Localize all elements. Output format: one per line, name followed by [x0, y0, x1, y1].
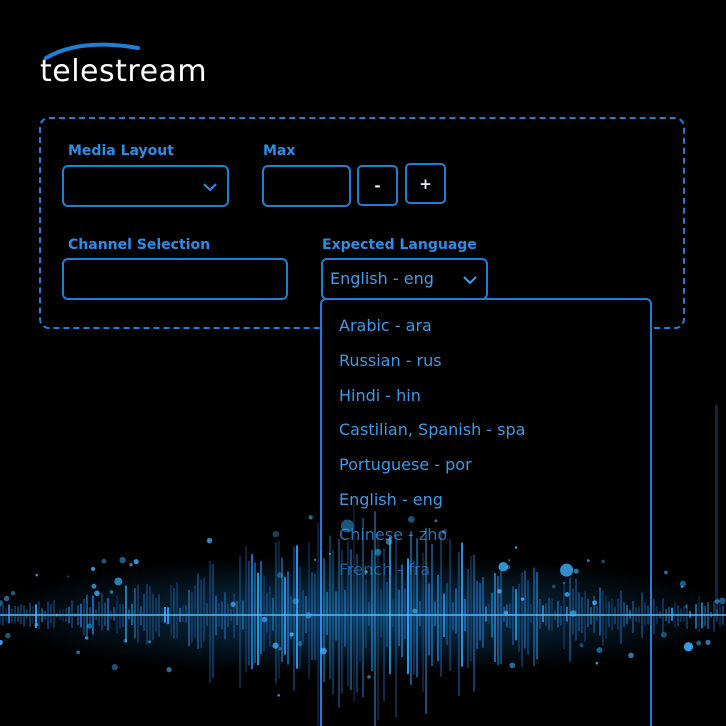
channel-selection-input[interactable] [62, 258, 288, 300]
decrement-button[interactable]: - [357, 165, 398, 206]
max-label: Max [263, 143, 296, 159]
dropdown-option[interactable]: Russian - rus [339, 351, 442, 370]
dropdown-option[interactable]: Portuguese - por [339, 455, 472, 474]
language-dropdown: Arabic - ara Russian - rus Hindi - hin C… [320, 298, 652, 726]
dropdown-option[interactable]: French - fra [339, 560, 430, 579]
scrollbar-track[interactable] [715, 405, 718, 615]
media-layout-select[interactable] [62, 165, 229, 207]
dropdown-option[interactable]: Castilian, Spanish - spa [339, 420, 525, 439]
dropdown-option[interactable]: Hindi - hin [339, 386, 421, 405]
expected-language-value: English - eng [330, 269, 434, 288]
chevron-down-icon [463, 276, 477, 285]
chevron-down-icon [203, 183, 217, 192]
max-input[interactable] [262, 165, 351, 207]
dropdown-option[interactable]: Chinese - zho [339, 525, 447, 544]
telestream-logo: telestream [40, 40, 240, 90]
logo-text: telestream [40, 54, 208, 89]
expected-language-label: Expected Language [322, 237, 477, 253]
channel-selection-label: Channel Selection [68, 237, 211, 253]
dropdown-option[interactable]: English - eng [339, 490, 443, 509]
expected-language-select[interactable]: English - eng [321, 258, 488, 300]
dropdown-option[interactable]: Arabic - ara [339, 316, 432, 335]
media-layout-label: Media Layout [68, 143, 174, 159]
increment-button[interactable]: + [405, 163, 446, 204]
